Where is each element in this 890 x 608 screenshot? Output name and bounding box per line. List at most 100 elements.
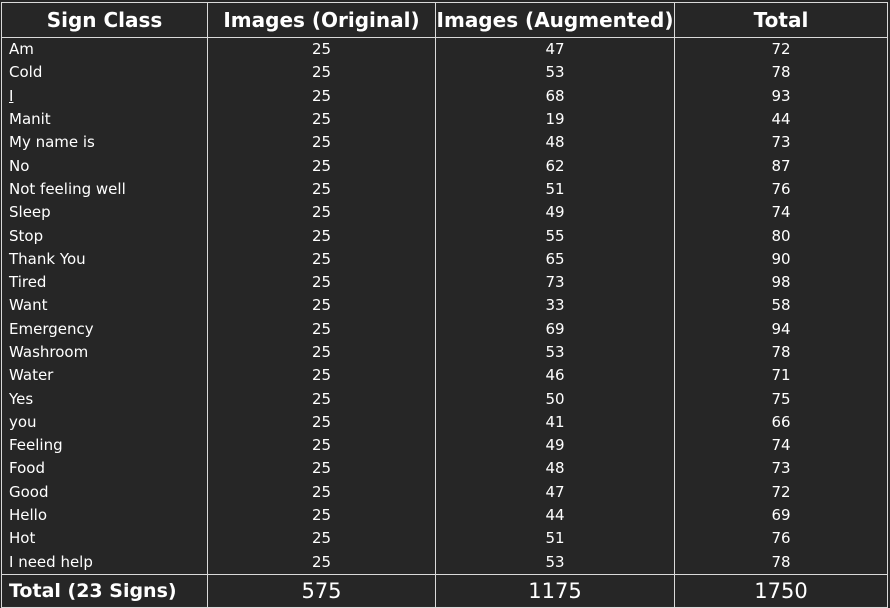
- sign-class-cell: Yes: [1, 387, 208, 411]
- header-images-augmented: Images (Augmented): [435, 2, 675, 38]
- original-count-cell: 25: [207, 503, 436, 528]
- table-row: Water 25 46 71: [1, 364, 888, 388]
- table-row: I need help 25 53 78: [1, 550, 888, 575]
- original-count-cell: 25: [207, 61, 436, 85]
- table-row: Good 25 47 72: [1, 480, 888, 504]
- original-count-cell: 25: [207, 131, 436, 155]
- total-total: 1750: [674, 573, 888, 608]
- sign-class-table-panel: Sign Class Images (Original) Images (Aug…: [0, 0, 890, 608]
- sign-class-cell: I: [1, 84, 208, 108]
- total-count-cell: 72: [674, 480, 888, 504]
- table-row: Not feeling well 25 51 76: [1, 177, 888, 202]
- sign-class-cell: you: [1, 410, 208, 435]
- augmented-count-cell: 49: [435, 201, 675, 225]
- total-original: 575: [207, 573, 436, 608]
- total-count-cell: 78: [674, 550, 888, 575]
- original-count-cell: 25: [207, 550, 436, 575]
- augmented-count-cell: 44: [435, 503, 675, 528]
- total-count-cell: 80: [674, 224, 888, 248]
- table-row: My name is 25 48 73: [1, 131, 888, 155]
- augmented-count-cell: 68: [435, 84, 675, 108]
- table-row: Food 25 48 73: [1, 457, 888, 481]
- total-count-cell: 90: [674, 247, 888, 271]
- original-count-cell: 25: [207, 527, 436, 551]
- original-count-cell: 25: [207, 480, 436, 504]
- sign-class-cell: No: [1, 154, 208, 178]
- augmented-count-cell: 55: [435, 224, 675, 248]
- total-count-cell: 75: [674, 387, 888, 411]
- table-row: No 25 62 87: [1, 154, 888, 178]
- total-count-cell: 66: [674, 410, 888, 435]
- original-count-cell: 25: [207, 84, 436, 108]
- total-count-cell: 87: [674, 154, 888, 178]
- total-count-cell: 71: [674, 364, 888, 388]
- total-count-cell: 73: [674, 457, 888, 481]
- augmented-count-cell: 73: [435, 270, 675, 295]
- total-count-cell: 72: [674, 37, 888, 62]
- header-sign-class: Sign Class: [1, 2, 208, 38]
- augmented-count-cell: 51: [435, 177, 675, 202]
- header-images-original: Images (Original): [207, 2, 436, 38]
- original-count-cell: 25: [207, 270, 436, 295]
- total-count-cell: 73: [674, 131, 888, 155]
- original-count-cell: 25: [207, 177, 436, 202]
- sign-class-cell: Thank You: [1, 247, 208, 271]
- table-row: Stop 25 55 80: [1, 224, 888, 248]
- original-count-cell: 25: [207, 410, 436, 435]
- original-count-cell: 25: [207, 201, 436, 225]
- total-count-cell: 76: [674, 527, 888, 551]
- total-count-cell: 78: [674, 61, 888, 85]
- sign-class-cell: Manit: [1, 107, 208, 132]
- table-row: Am 25 47 72: [1, 37, 888, 62]
- original-count-cell: 25: [207, 340, 436, 365]
- original-count-cell: 25: [207, 37, 436, 62]
- total-augmented: 1175: [435, 573, 675, 608]
- total-count-cell: 78: [674, 340, 888, 365]
- sign-class-cell: Washroom: [1, 340, 208, 365]
- total-count-cell: 94: [674, 317, 888, 341]
- sign-class-cell: Feeling: [1, 434, 208, 458]
- sign-class-cell: Tired: [1, 270, 208, 295]
- total-count-cell: 74: [674, 434, 888, 458]
- augmented-count-cell: 62: [435, 154, 675, 178]
- original-count-cell: 25: [207, 387, 436, 411]
- original-count-cell: 25: [207, 224, 436, 248]
- sign-class-cell: Emergency: [1, 317, 208, 341]
- total-count-cell: 44: [674, 107, 888, 132]
- augmented-count-cell: 50: [435, 387, 675, 411]
- sign-class-cell: My name is: [1, 131, 208, 155]
- table-row: Emergency 25 69 94: [1, 317, 888, 341]
- augmented-count-cell: 41: [435, 410, 675, 435]
- total-count-cell: 76: [674, 177, 888, 202]
- sign-class-cell: Stop: [1, 224, 208, 248]
- table-row: Thank You 25 65 90: [1, 247, 888, 271]
- original-count-cell: 25: [207, 107, 436, 132]
- table-row: Yes 25 50 75: [1, 387, 888, 411]
- original-count-cell: 25: [207, 364, 436, 388]
- augmented-count-cell: 51: [435, 527, 675, 551]
- augmented-count-cell: 69: [435, 317, 675, 341]
- table-row: you 25 41 66: [1, 410, 888, 435]
- table-footer: Total (23 Signs) 575 1175 1750: [1, 573, 888, 608]
- table-row: Sleep 25 49 74: [1, 201, 888, 225]
- total-row: Total (23 Signs) 575 1175 1750: [1, 573, 888, 608]
- total-label: Total (23 Signs): [1, 573, 208, 608]
- table-row: Tired 25 73 98: [1, 270, 888, 295]
- table-row: Feeling 25 49 74: [1, 434, 888, 458]
- augmented-count-cell: 65: [435, 247, 675, 271]
- augmented-count-cell: 48: [435, 457, 675, 481]
- augmented-count-cell: 47: [435, 37, 675, 62]
- table-row: Cold 25 53 78: [1, 61, 888, 85]
- header-row: Sign Class Images (Original) Images (Aug…: [1, 2, 888, 38]
- original-count-cell: 25: [207, 434, 436, 458]
- sign-class-cell: Am: [1, 37, 208, 62]
- table-row: Want 25 33 58: [1, 294, 888, 318]
- total-count-cell: 58: [674, 294, 888, 318]
- table-row: I 25 68 93: [1, 84, 888, 108]
- sign-class-cell: Not feeling well: [1, 177, 208, 202]
- sign-class-cell: Hot: [1, 527, 208, 551]
- sign-class-cell: Sleep: [1, 201, 208, 225]
- augmented-count-cell: 33: [435, 294, 675, 318]
- table-row: Hello 25 44 69: [1, 503, 888, 528]
- original-count-cell: 25: [207, 457, 436, 481]
